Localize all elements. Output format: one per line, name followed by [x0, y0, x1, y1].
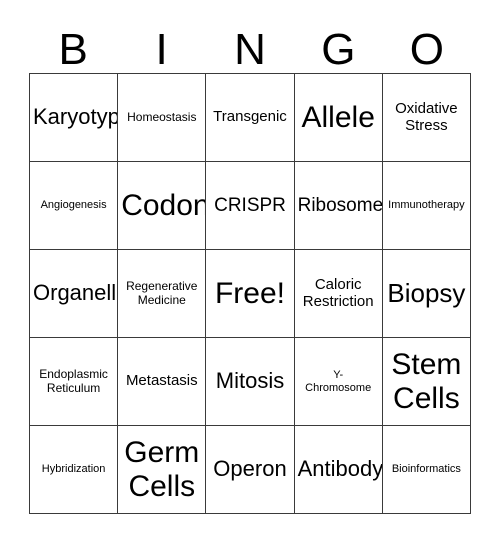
bingo-cell[interactable]: Endoplasmic Reticulum: [30, 338, 119, 426]
bingo-cell[interactable]: Operon: [206, 426, 295, 514]
bingo-grid: Karyotype Homeostasis Transgenic Allele …: [29, 73, 471, 514]
bingo-cell[interactable]: Hybridization: [30, 426, 119, 514]
bingo-cell[interactable]: Bioinformatics: [382, 426, 471, 514]
bingo-cell-label: Transgenic: [213, 108, 287, 126]
bingo-free-space[interactable]: Free!: [206, 250, 295, 338]
bingo-cell-label: Stem Cells: [391, 347, 462, 415]
bingo-header-row: B I N G O: [29, 20, 471, 73]
bingo-cell[interactable]: Caloric Restriction: [294, 250, 383, 338]
bingo-cell-label: Ribosome: [297, 194, 383, 216]
bingo-cell-label: Homeostasis: [127, 109, 197, 124]
bingo-cell-label: Hybridization: [41, 463, 106, 476]
bingo-cell[interactable]: Immunotherapy: [382, 162, 471, 250]
bingo-cell-label: Y- Chromosome: [305, 369, 372, 394]
bingo-cell-label: Endoplasmic Reticulum: [39, 367, 108, 395]
bingo-cell[interactable]: Germ Cells: [118, 426, 207, 514]
bingo-cell[interactable]: Transgenic: [206, 74, 295, 162]
bingo-cell[interactable]: Codon: [118, 162, 207, 250]
bingo-cell-label: Immunotherapy: [388, 199, 465, 212]
bingo-cell[interactable]: Allele: [294, 74, 383, 162]
bingo-cell-label: Organelle: [33, 280, 117, 306]
bingo-header-letter-g: G: [321, 25, 356, 74]
bingo-cell[interactable]: Regenerative Medicine: [118, 250, 207, 338]
bingo-cell[interactable]: Y- Chromosome: [294, 338, 383, 426]
bingo-cell-label: Regenerative Medicine: [126, 279, 198, 307]
bingo-cell-label: Caloric Restriction: [302, 275, 374, 310]
bingo-cell[interactable]: CRISPR: [206, 162, 295, 250]
bingo-cell[interactable]: Biopsy: [382, 250, 471, 338]
bingo-cell[interactable]: Homeostasis: [118, 74, 207, 162]
bingo-cell-label: Bioinformatics: [391, 463, 461, 476]
bingo-cell[interactable]: Mitosis: [206, 338, 295, 426]
bingo-header-letter-b: B: [58, 25, 88, 74]
bingo-cell-label: Operon: [213, 456, 287, 482]
bingo-card: B I N G O Karyotype Homeostasis Transgen…: [0, 0, 500, 544]
bingo-cell[interactable]: Metastasis: [118, 338, 207, 426]
bingo-header-letter-i: I: [155, 25, 168, 74]
bingo-header-letter-n: N: [234, 25, 266, 74]
bingo-cell-label: Oxidative Stress: [395, 99, 458, 134]
bingo-cell[interactable]: Antibody: [294, 426, 383, 514]
bingo-cell-label: Allele: [301, 100, 375, 134]
bingo-cell[interactable]: Organelle: [30, 250, 119, 338]
bingo-cell-label: Karyotype: [33, 104, 117, 130]
bingo-cell[interactable]: Karyotype: [30, 74, 119, 162]
bingo-cell-label: Metastasis: [125, 372, 198, 390]
bingo-cell[interactable]: Stem Cells: [382, 338, 471, 426]
bingo-cell-label: Germ Cells: [124, 435, 200, 503]
bingo-cell-label: Biopsy: [387, 277, 466, 308]
bingo-cell-label: Mitosis: [215, 368, 285, 394]
bingo-cell-label: Codon: [121, 188, 207, 222]
bingo-cell-label: Antibody: [297, 456, 383, 482]
bingo-free-space-label: Free!: [214, 276, 285, 310]
bingo-cell[interactable]: Ribosome: [294, 162, 383, 250]
bingo-cell[interactable]: Angiogenesis: [30, 162, 119, 250]
bingo-header-letter-o: O: [409, 25, 444, 74]
bingo-cell[interactable]: Oxidative Stress: [382, 74, 471, 162]
bingo-cell-label: CRISPR: [214, 194, 286, 216]
bingo-cell-label: Angiogenesis: [40, 199, 107, 212]
